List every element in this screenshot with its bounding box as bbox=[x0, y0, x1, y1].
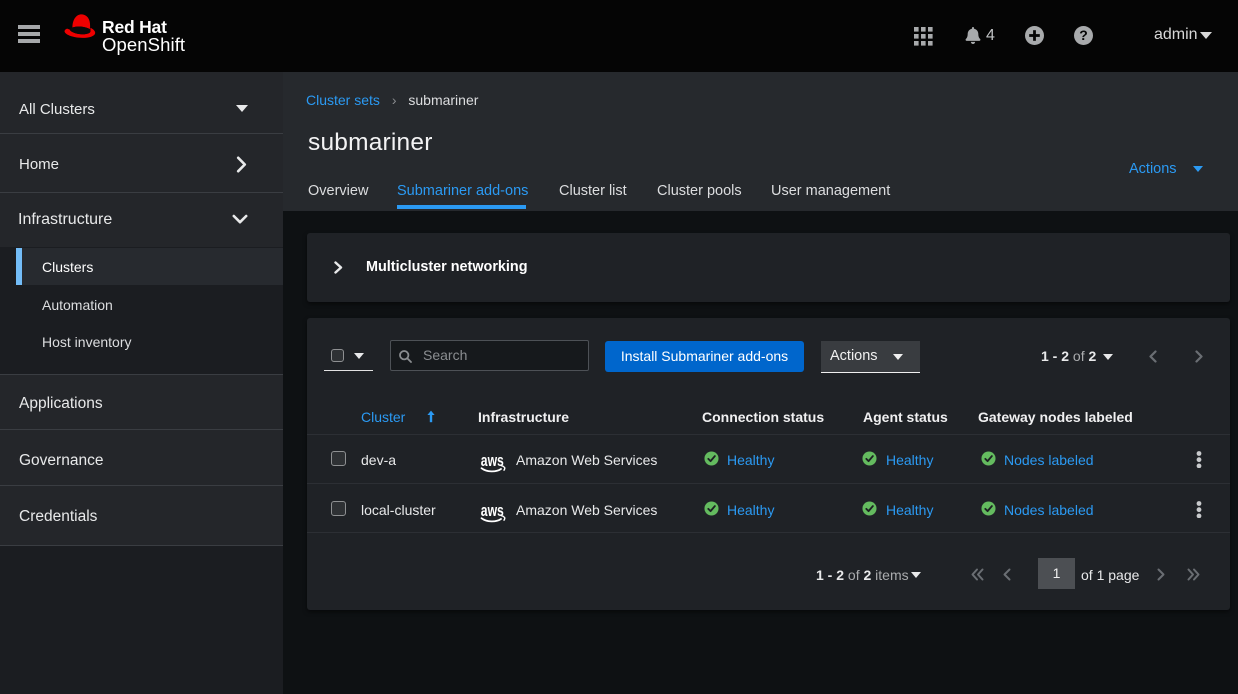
svg-text:aws: aws bbox=[481, 503, 504, 520]
svg-text:aws: aws bbox=[481, 453, 504, 470]
svg-text:?: ? bbox=[1079, 27, 1088, 43]
